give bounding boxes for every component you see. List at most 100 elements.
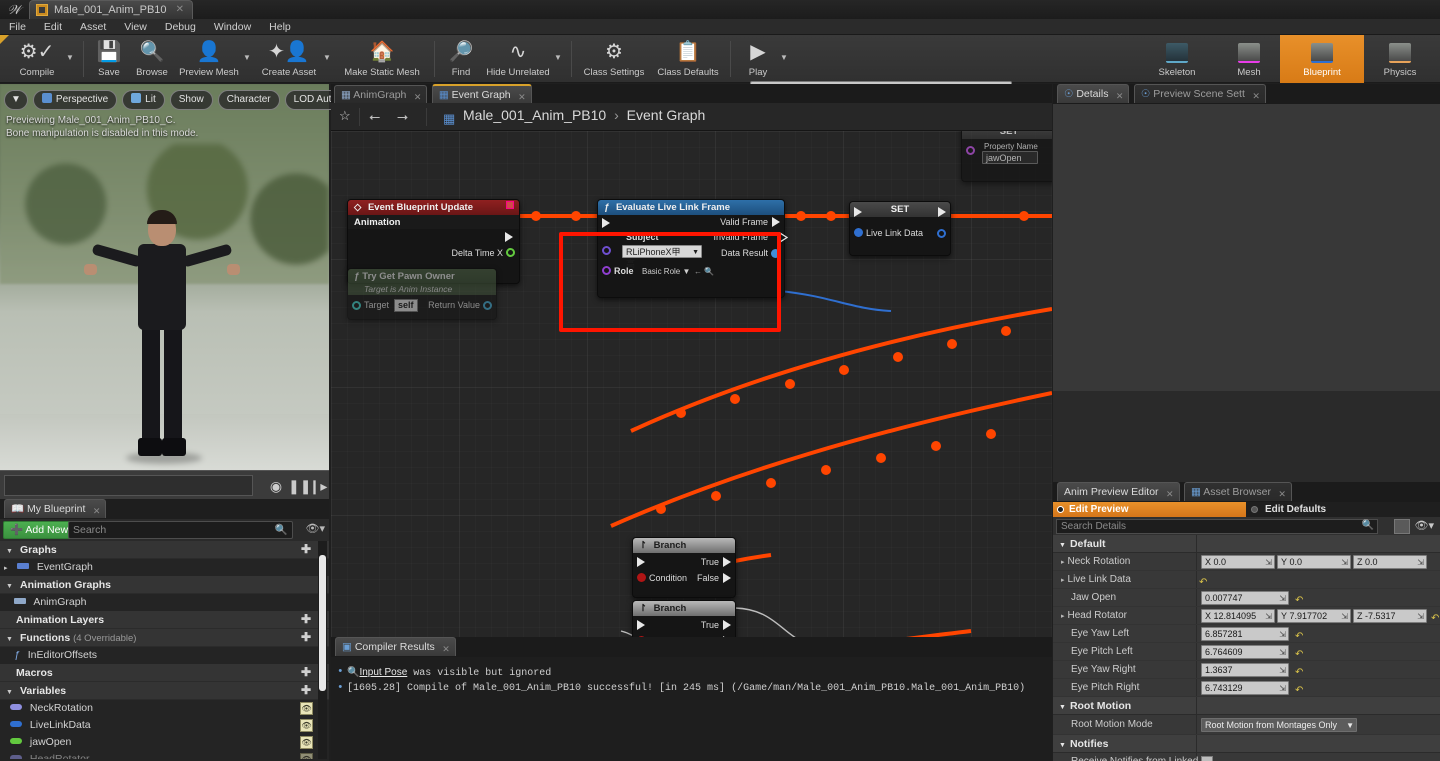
my-blueprint-search-input[interactable]: Search 🔍 xyxy=(68,521,293,539)
property-row-eye-pitch-left[interactable]: Eye Pitch Left 6.764609 ⇲ ↶ xyxy=(1053,643,1440,661)
add-macro-icon[interactable]: ✚ xyxy=(301,665,311,680)
viewport-options-button[interactable]: ▼ xyxy=(4,90,28,110)
bp-row-eventgraph[interactable]: ▸ EventGraph xyxy=(0,559,329,576)
spinner-icon[interactable]: ⇲ xyxy=(1279,647,1286,659)
bp-row-variable[interactable]: HeadRotator 👁 xyxy=(0,751,329,759)
exec-in-pin[interactable] xyxy=(637,620,645,630)
exec-in-pin[interactable] xyxy=(637,557,645,567)
visibility-eye-icon[interactable]: 👁▾ xyxy=(1415,519,1435,532)
property-row-root-motion-mode[interactable]: Root Motion Mode Root Motion from Montag… xyxy=(1053,715,1440,735)
timeline-scrubber[interactable] xyxy=(4,475,253,496)
eye-icon[interactable]: 👁 xyxy=(300,702,313,715)
eye-yaw-left-field[interactable]: 6.857281 ⇲ xyxy=(1201,627,1289,641)
my-blueprint-scrollbar[interactable] xyxy=(318,541,327,759)
property-name-value[interactable]: jawOpen xyxy=(982,151,1038,164)
eye-pitch-left-field[interactable]: 6.764609 ⇲ xyxy=(1201,645,1289,659)
tab-event-graph[interactable]: ▦ Event Graph ✕ xyxy=(431,84,532,103)
root-motion-mode-combo[interactable]: Root Motion from Montages Only ▼ xyxy=(1201,718,1357,732)
bp-row-ineditoroffsets[interactable]: ƒ InEditorOffsets xyxy=(0,647,329,664)
neck-rotation-z[interactable]: Z 0.0 ⇲ xyxy=(1353,555,1427,569)
revert-icon[interactable]: ↶ xyxy=(1295,682,1303,700)
expander-icon[interactable]: ▸ xyxy=(1061,559,1065,566)
true-out-pin[interactable] xyxy=(723,557,731,567)
close-icon[interactable]: ✕ xyxy=(1252,87,1260,106)
bp-row-animation-graphs[interactable]: ▼ Animation Graphs xyxy=(0,576,329,594)
save-button[interactable]: 💾 Save xyxy=(89,35,129,83)
menu-view[interactable]: View xyxy=(115,19,156,35)
eye-icon[interactable]: 👁 xyxy=(300,753,313,759)
delegate-pin-icon[interactable] xyxy=(506,201,514,209)
add-layer-icon[interactable]: ✚ xyxy=(301,612,311,627)
exec-out-pin[interactable] xyxy=(938,207,946,217)
expander-icon[interactable]: ▸ xyxy=(4,560,14,577)
back-arrow-icon[interactable]: ⭠ xyxy=(369,108,380,125)
node-set-live-link-data[interactable]: SET Live Link Data xyxy=(849,201,951,256)
tab-anim-preview-editor[interactable]: Anim Preview Editor ✕ xyxy=(1057,482,1180,501)
tab-animgraph[interactable]: ▦ AnimGraph ✕ xyxy=(334,85,428,104)
tab-details[interactable]: ☉ Details ✕ xyxy=(1057,84,1130,103)
viewport-lit-button[interactable]: Lit xyxy=(122,90,165,110)
eye-yaw-right-field[interactable]: 1.3637 ⇲ xyxy=(1201,663,1289,677)
bp-row-variable[interactable]: LiveLinkData 👁 xyxy=(0,717,329,734)
spinner-icon[interactable]: ⇲ xyxy=(1279,683,1286,695)
property-row-receive-notifies[interactable]: Receive Notifies from Linked In xyxy=(1053,753,1440,761)
spinner-icon[interactable]: ⇲ xyxy=(1265,557,1272,569)
tab-compiler-results[interactable]: ▣ Compiler Results ✕ xyxy=(335,637,456,656)
hide-unrelated-options-arrow[interactable]: ▼ xyxy=(554,35,566,83)
play-options-arrow[interactable]: ▼ xyxy=(780,35,792,83)
neck-rotation-x[interactable]: X 0.0 ⇲ xyxy=(1201,555,1275,569)
exec-out-pin[interactable] xyxy=(505,232,513,242)
close-icon[interactable]: ✕ xyxy=(442,640,450,659)
bp-row-variable[interactable]: NeckRotation 👁 xyxy=(0,700,329,717)
forward-arrow-icon[interactable]: ⭢ xyxy=(397,108,408,125)
bp-row-graphs[interactable]: ▼ Graphs ✚ xyxy=(0,541,329,559)
bp-row-animation-layers[interactable]: Animation Layers ✚ xyxy=(0,611,329,629)
menu-edit[interactable]: Edit xyxy=(35,19,71,35)
bp-row-functions[interactable]: ▼ Functions (4 Overridable) ✚ xyxy=(0,629,329,647)
receive-notifies-checkbox[interactable] xyxy=(1201,756,1213,761)
property-row-jaw-open[interactable]: Jaw Open 0.007747 ⇲ ↶ xyxy=(1053,589,1440,607)
target-self-value[interactable]: self xyxy=(394,299,418,312)
section-notifies[interactable]: ▼ Notifies xyxy=(1053,735,1440,753)
bp-row-animgraph[interactable]: AnimGraph xyxy=(0,594,329,611)
spinner-icon[interactable]: ⇲ xyxy=(1279,629,1286,641)
valid-frame-out-pin[interactable] xyxy=(772,217,780,227)
favorite-star-icon[interactable]: ☆ xyxy=(339,108,351,124)
jaw-open-field[interactable]: 0.007747 ⇲ xyxy=(1201,591,1289,605)
tab-preview-scene-settings[interactable]: ☉ Preview Scene Sett ✕ xyxy=(1133,84,1266,106)
column-layout-icon[interactable] xyxy=(1394,519,1410,534)
spinner-icon[interactable]: ⇲ xyxy=(1279,593,1286,605)
preview-mesh-options-arrow[interactable]: ▼ xyxy=(243,35,255,83)
viewport-show-button[interactable]: Show xyxy=(169,90,213,110)
property-row-eye-pitch-right[interactable]: Eye Pitch Right 6.743129 ⇲ ↶ xyxy=(1053,679,1440,697)
breadcrumb-root[interactable]: Male_001_Anim_PB10 xyxy=(463,107,606,123)
edit-preview-toggle[interactable]: Edit Preview xyxy=(1053,502,1246,517)
neck-rotation-y[interactable]: Y 0.0 ⇲ xyxy=(1277,555,1351,569)
true-out-pin[interactable] xyxy=(723,620,731,630)
play-button[interactable]: ▶ Play xyxy=(736,35,780,83)
find-button[interactable]: 🔎 Find xyxy=(440,35,482,83)
class-settings-button[interactable]: ⚙ Class Settings xyxy=(577,35,651,83)
property-row-neck-rotation[interactable]: ▸ Neck Rotation X 0.0 ⇲ Y 0.0 ⇲ Z 0.0 ⇲ xyxy=(1053,553,1440,571)
mode-mesh[interactable]: Mesh xyxy=(1218,35,1280,83)
expander-icon[interactable]: ▸ xyxy=(1061,613,1065,620)
details-search-input[interactable]: Search Details xyxy=(1056,519,1378,534)
float-out-pin[interactable] xyxy=(506,248,515,257)
menu-file[interactable]: File xyxy=(0,19,35,35)
menu-help[interactable]: Help xyxy=(260,19,300,35)
node-set-jaw-open[interactable]: SET Property Name jawOpen xyxy=(961,131,1052,182)
expander-icon[interactable]: ▸ xyxy=(1061,577,1065,584)
live-link-data-out-pin[interactable] xyxy=(937,229,946,238)
step-forward-icon[interactable]: ❙▸ xyxy=(308,476,328,496)
mode-blueprint[interactable]: Blueprint xyxy=(1280,35,1364,83)
make-static-mesh-button[interactable]: 🏠 Make Static Mesh xyxy=(335,35,429,83)
false-out-pin[interactable] xyxy=(723,573,731,583)
compile-button[interactable]: ⚙✓ Compile xyxy=(8,35,66,83)
head-rotator-x[interactable]: X 12.814095 ⇲ xyxy=(1201,609,1275,623)
edit-defaults-toggle[interactable]: Edit Defaults xyxy=(1251,502,1326,517)
condition-in-pin[interactable] xyxy=(637,573,646,582)
bp-row-macros[interactable]: Macros ✚ xyxy=(0,664,329,682)
compiler-message[interactable]: • 🔍Input Pose was visible but ignored xyxy=(337,665,1046,681)
property-row-head-rotator[interactable]: ▸ Head Rotator X 12.814095 ⇲ Y 7.917702 ⇲ Z… xyxy=(1053,607,1440,625)
property-row-eye-yaw-right[interactable]: Eye Yaw Right 1.3637 ⇲ ↶ xyxy=(1053,661,1440,679)
